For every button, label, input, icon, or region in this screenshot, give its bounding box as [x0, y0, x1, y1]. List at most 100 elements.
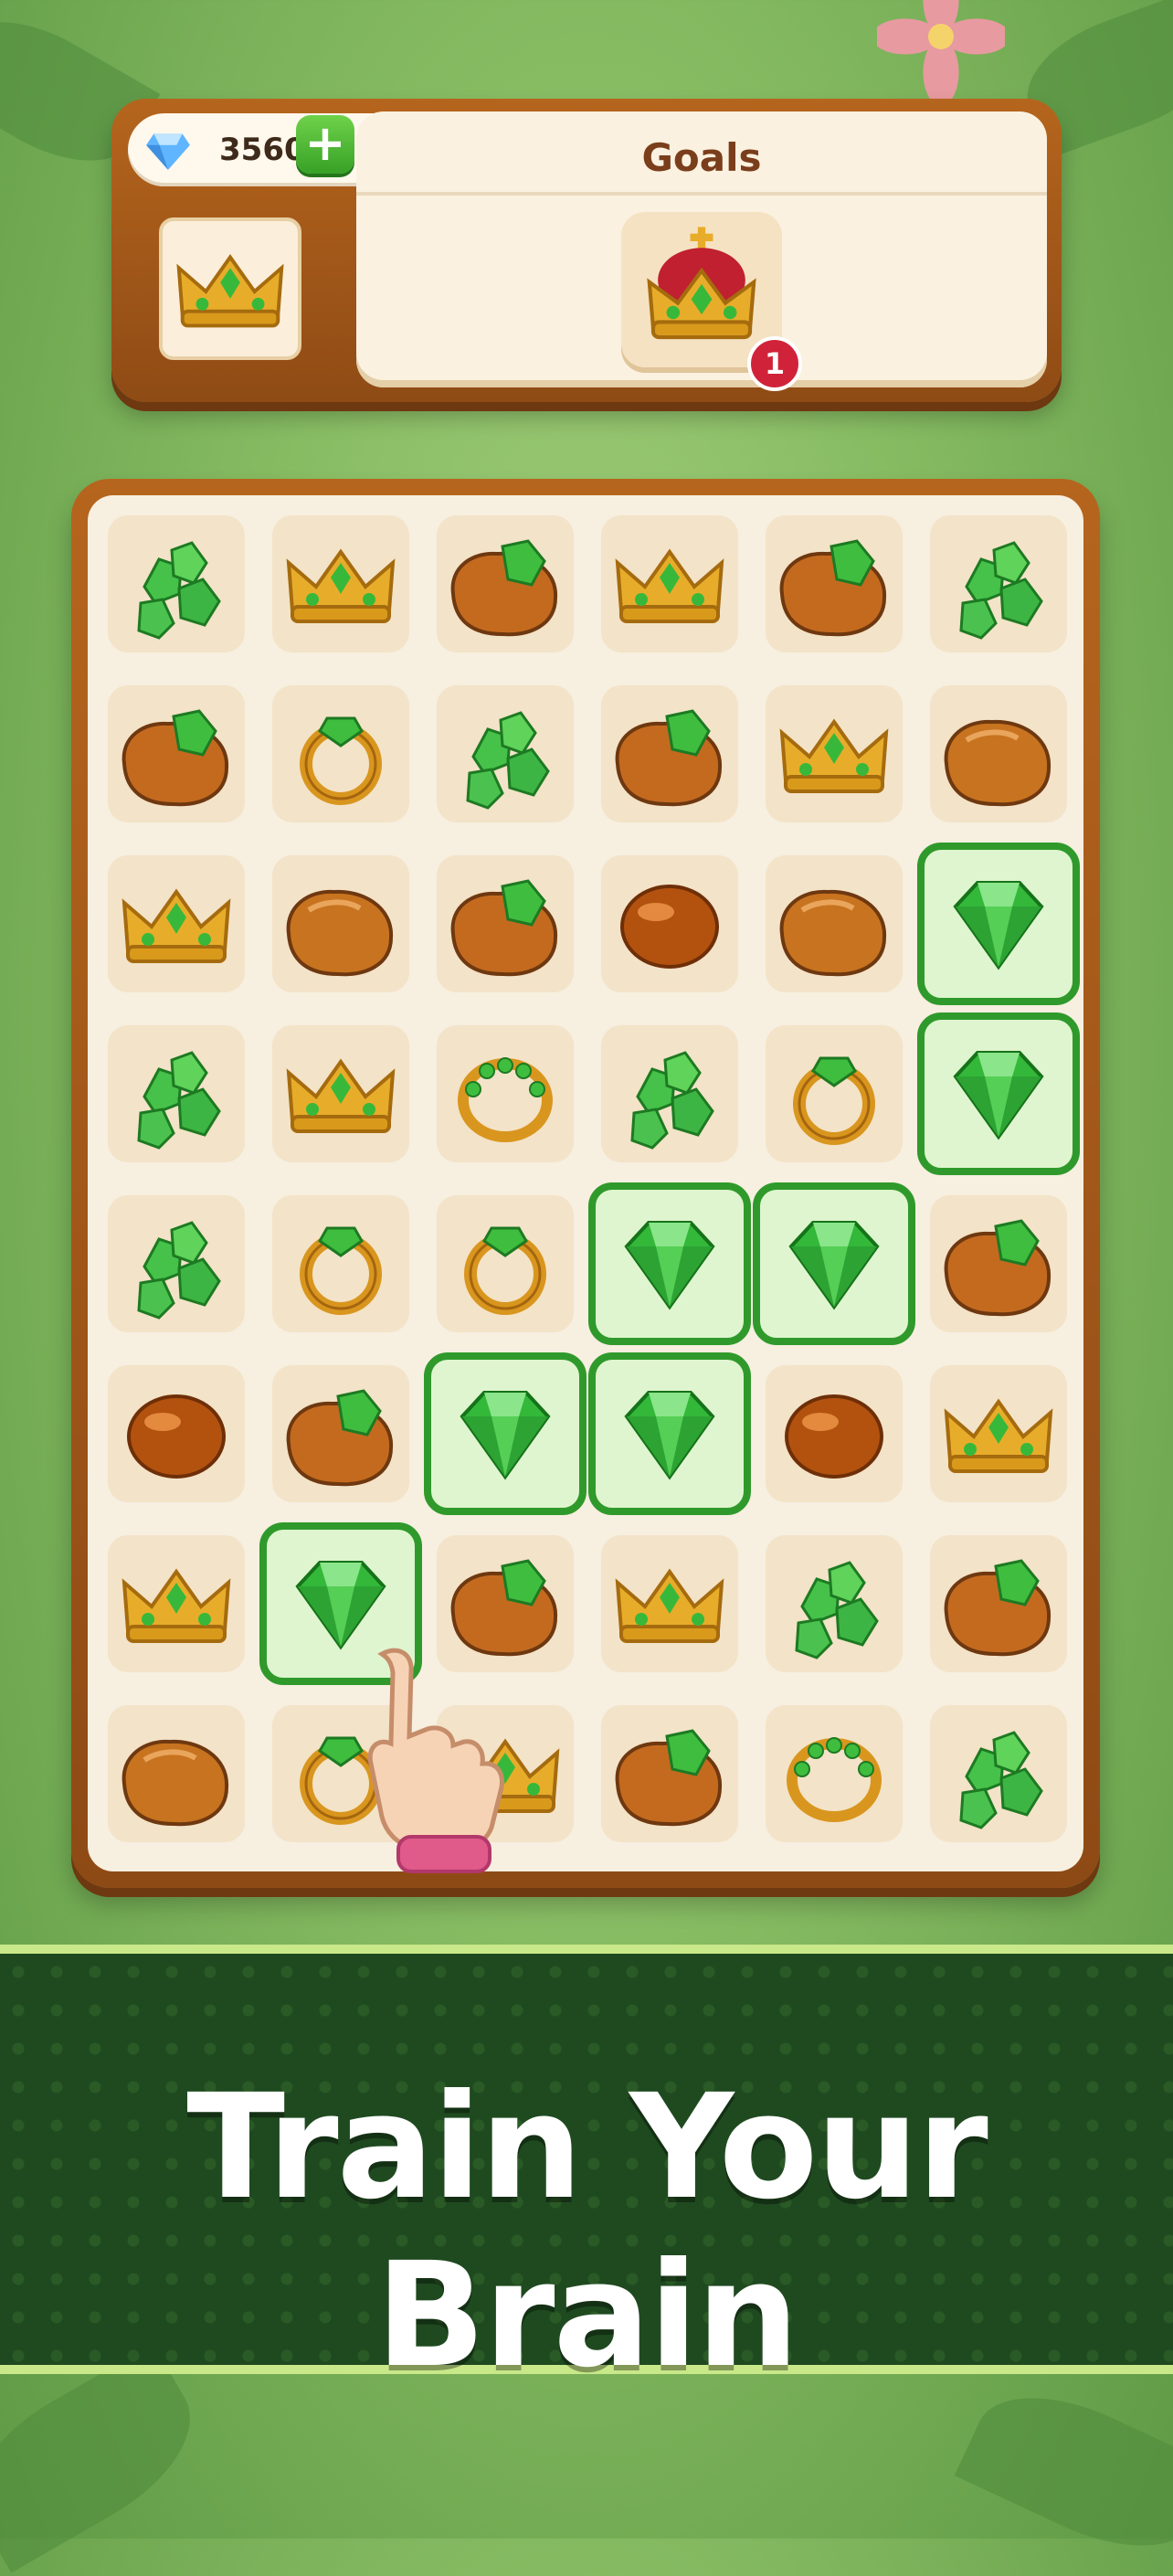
tile-emerald[interactable] [917, 1012, 1080, 1175]
rock-icon [944, 719, 1051, 807]
emerald-icon [953, 1051, 1044, 1140]
tile-emerald[interactable] [588, 1182, 751, 1345]
tile-amber[interactable] [108, 1365, 245, 1502]
clover-icon [630, 1051, 714, 1150]
crown-icon [615, 548, 724, 623]
emerald-icon [624, 1391, 715, 1480]
tile-crown[interactable] [108, 1535, 245, 1672]
tile-crown[interactable] [930, 1365, 1067, 1502]
ring-icon [300, 716, 382, 805]
tile-ring[interactable] [766, 1025, 903, 1162]
tile-band[interactable] [766, 1705, 903, 1842]
tile-orerock[interactable] [272, 1365, 409, 1502]
crown-icon [122, 888, 231, 963]
tile-orerock[interactable] [108, 685, 245, 822]
flower-decoration [877, 0, 1005, 101]
crown-icon [779, 718, 889, 793]
banner-text: Train Your Brain [186, 2063, 988, 2400]
clover-icon [795, 1561, 879, 1659]
orerock-icon [944, 1559, 1051, 1657]
tile-amber[interactable] [766, 1365, 903, 1502]
tile-orerock[interactable] [601, 1705, 738, 1842]
clover-icon [959, 1731, 1043, 1829]
clover-icon [137, 541, 221, 640]
tile-clover[interactable] [601, 1025, 738, 1162]
tile-clover[interactable] [930, 515, 1067, 652]
tile-clover[interactable] [108, 1195, 245, 1332]
orerock-icon [122, 709, 229, 807]
goals-title: Goals [641, 135, 762, 180]
orerock-icon [615, 709, 723, 807]
tile-orerock[interactable] [601, 685, 738, 822]
add-currency-button[interactable]: + [296, 115, 354, 174]
tile-crown[interactable] [766, 685, 903, 822]
game-board [71, 479, 1100, 1888]
tile-crown[interactable] [601, 1535, 738, 1672]
band-icon [458, 1057, 553, 1142]
tile-orerock[interactable] [437, 855, 574, 992]
tap-hand-icon [367, 1648, 504, 1873]
emerald-icon [624, 1221, 715, 1310]
tile-emerald[interactable] [917, 843, 1080, 1005]
tile-clover[interactable] [108, 515, 245, 652]
crown-icon [615, 1568, 724, 1643]
orerock-icon [450, 879, 558, 977]
tile-orerock[interactable] [766, 515, 903, 652]
tile-crown[interactable] [108, 855, 245, 992]
crown-icon [122, 1568, 231, 1643]
tile-crown[interactable] [272, 515, 409, 652]
tile-ring[interactable] [437, 1195, 574, 1332]
crown-icon [286, 548, 396, 623]
tile-clover[interactable] [766, 1535, 903, 1672]
rock-icon [286, 889, 394, 977]
board-grid [88, 495, 1083, 1871]
band-icon [787, 1737, 882, 1822]
amber-icon [127, 1394, 226, 1479]
orerock-icon [779, 539, 887, 637]
tile-ring[interactable] [272, 685, 409, 822]
tile-emerald[interactable] [424, 1352, 586, 1515]
tile-orerock[interactable] [437, 515, 574, 652]
tile-band[interactable] [437, 1025, 574, 1162]
orerock-icon [615, 1729, 723, 1827]
tile-clover[interactable] [437, 685, 574, 822]
tile-rock[interactable] [108, 1705, 245, 1842]
amber-icon [620, 885, 719, 969]
goal-item[interactable]: 1 [621, 212, 802, 391]
tile-emerald[interactable] [753, 1182, 915, 1345]
clover-icon [137, 1051, 221, 1150]
clover-icon [137, 1221, 221, 1320]
clover-icon [959, 541, 1043, 640]
emerald-icon [953, 881, 1044, 970]
orerock-icon [286, 1389, 394, 1487]
item-slot[interactable] [159, 217, 301, 360]
tile-orerock[interactable] [930, 1535, 1067, 1672]
royal-crown-icon [647, 227, 756, 340]
ring-icon [300, 1226, 382, 1315]
diamond-icon [146, 133, 190, 170]
rock-icon [122, 1739, 229, 1827]
tile-clover[interactable] [930, 1705, 1067, 1842]
goal-count-badge: 1 [747, 336, 802, 391]
orerock-icon [944, 1219, 1051, 1317]
crown-icon [944, 1398, 1053, 1473]
promo-banner: Train Your Brain [0, 1945, 1173, 2400]
tile-rock[interactable] [766, 855, 903, 992]
tile-rock[interactable] [272, 855, 409, 992]
tile-crown[interactable] [272, 1025, 409, 1162]
amber-icon [785, 1394, 883, 1479]
top-panel: 3560 + Goals 1 [111, 99, 1062, 402]
tile-emerald[interactable] [588, 1352, 751, 1515]
tile-clover[interactable] [108, 1025, 245, 1162]
currency-value: 3560 [219, 132, 306, 168]
crown-icon [176, 254, 284, 328]
orerock-icon [450, 539, 558, 637]
tile-amber[interactable] [601, 855, 738, 992]
emerald-icon [788, 1221, 880, 1310]
goals-card: Goals 1 [356, 111, 1047, 391]
tile-rock[interactable] [930, 685, 1067, 822]
tile-ring[interactable] [272, 1195, 409, 1332]
emerald-icon [460, 1391, 551, 1480]
tile-orerock[interactable] [930, 1195, 1067, 1332]
tile-crown[interactable] [601, 515, 738, 652]
